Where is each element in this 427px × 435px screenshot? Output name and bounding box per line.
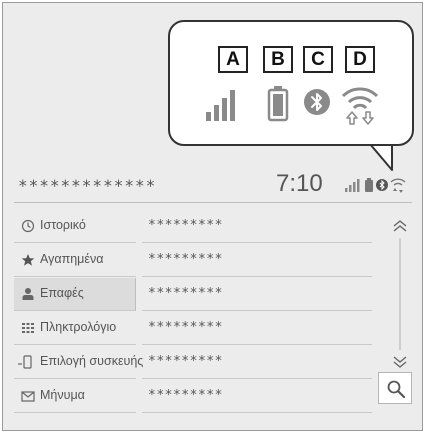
menu-label: Μήνυμα <box>40 388 85 402</box>
menu-label: Ιστορικό <box>40 218 86 232</box>
battery-icon <box>365 178 373 192</box>
menu-row-contacts: Επαφές ********* <box>14 278 374 311</box>
phone-menu: Ιστορικό ********* Αγαπημένα ********* Ε… <box>14 208 412 414</box>
star-icon <box>21 254 35 266</box>
status-bar: ************* 7:10 <box>14 168 412 203</box>
masked-value: ********* <box>148 252 223 267</box>
menu-item-message[interactable]: Μήνυμα <box>14 380 136 413</box>
bluetooth-icon <box>304 89 330 115</box>
label-d: D <box>345 46 375 73</box>
list-item[interactable]: ********* <box>142 312 372 345</box>
wifi-data-icon <box>341 87 379 125</box>
menu-row-favorites: Αγαπημένα ********* <box>14 244 374 277</box>
menu-item-keypad[interactable]: Πληκτρολόγιο <box>14 312 136 345</box>
clock: 7:10 <box>276 170 323 197</box>
masked-value: ********* <box>148 388 223 403</box>
menu-item-favorites[interactable]: Αγαπημένα <box>14 244 136 277</box>
menu-item-select-device[interactable]: Επιλογή συσκευής <box>14 346 143 379</box>
signal-strength-icon <box>206 90 235 121</box>
menu-row-select-device: Επιλογή συσκευής ********* <box>14 346 374 379</box>
list-item[interactable]: ********* <box>142 346 372 379</box>
masked-value: ********* <box>148 218 223 233</box>
clock-icon <box>21 219 35 233</box>
masked-value: ********* <box>148 286 223 301</box>
menu-label: Επαφές <box>40 286 84 300</box>
menu-label: Επιλογή συσκευής <box>40 354 144 368</box>
battery-icon <box>267 86 289 122</box>
label-a: A <box>218 46 248 73</box>
menu-row-history: Ιστορικό ********* <box>14 210 374 243</box>
menu-item-contacts[interactable]: Επαφές <box>14 278 136 311</box>
scroll-track[interactable] <box>399 238 401 350</box>
status-icons-callout: A B C D <box>168 20 414 146</box>
label-c: C <box>303 46 333 73</box>
menu-label: Πληκτρολόγιο <box>40 320 117 334</box>
search-icon <box>387 380 406 399</box>
double-chevron-up-icon[interactable] <box>390 218 410 234</box>
wifi-data-icon <box>390 178 406 193</box>
list-item[interactable]: ********* <box>142 380 372 413</box>
masked-title: ************* <box>18 176 157 195</box>
envelope-icon <box>21 391 35 402</box>
masked-value: ********* <box>148 320 223 335</box>
person-icon <box>22 288 34 300</box>
keypad-icon <box>22 323 34 333</box>
bluetooth-icon <box>376 179 388 191</box>
signal-strength-icon <box>345 179 360 192</box>
list-item[interactable]: ********* <box>142 244 372 277</box>
masked-value: ********* <box>148 354 223 369</box>
list-item[interactable]: ********* <box>142 210 372 243</box>
menu-label: Αγαπημένα <box>40 252 104 266</box>
list-item[interactable]: ********* <box>142 278 372 311</box>
phone-device-icon <box>18 355 32 369</box>
menu-row-message: Μήνυμα ********* <box>14 380 374 413</box>
search-button[interactable] <box>378 372 412 404</box>
label-b: B <box>263 46 293 73</box>
double-chevron-down-icon[interactable] <box>390 354 410 370</box>
menu-item-history[interactable]: Ιστορικό <box>14 210 136 243</box>
menu-row-keypad: Πληκτρολόγιο ********* <box>14 312 374 345</box>
